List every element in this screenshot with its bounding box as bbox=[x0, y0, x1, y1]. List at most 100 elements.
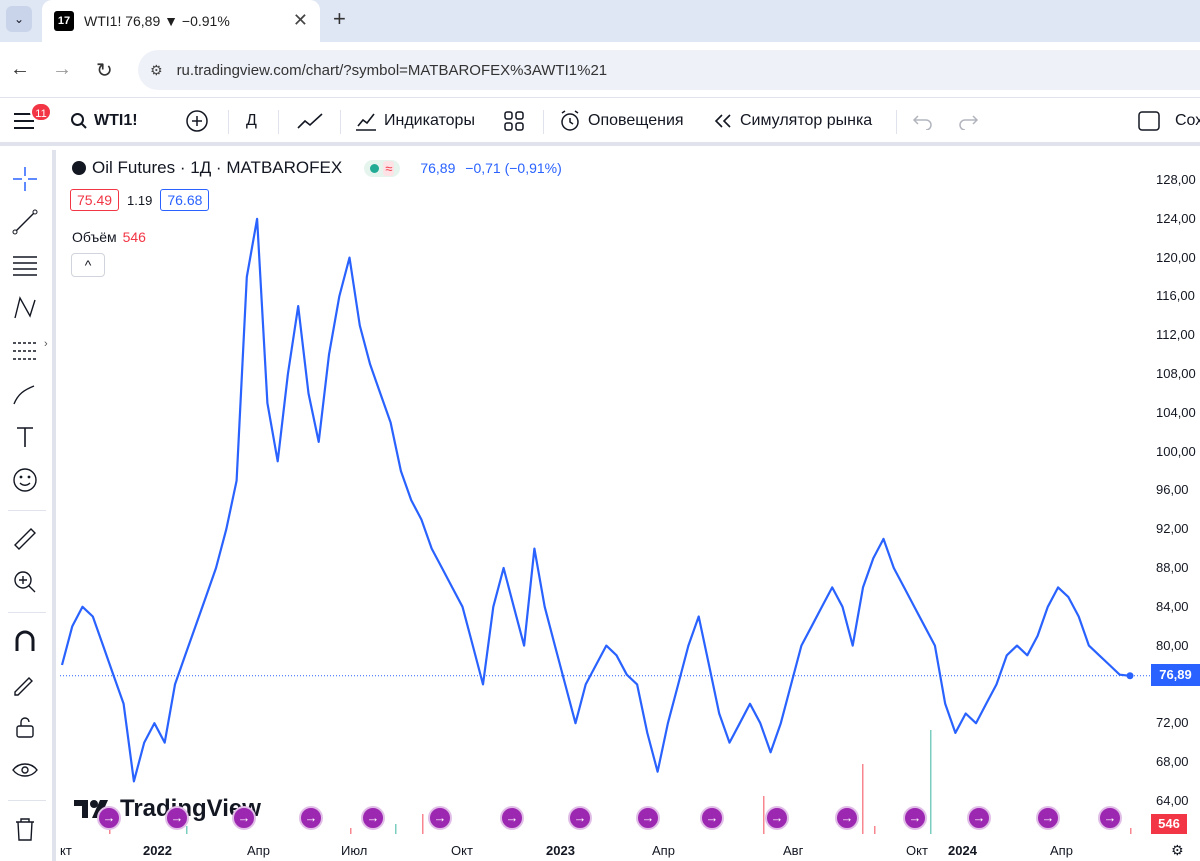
crosshair-tool[interactable] bbox=[8, 162, 42, 196]
chart-pane[interactable] bbox=[60, 150, 1200, 861]
magnet-tool[interactable] bbox=[8, 624, 42, 658]
text-tool[interactable] bbox=[8, 420, 42, 454]
pattern-icon bbox=[14, 296, 36, 319]
price-tick-label: 108,00 bbox=[1156, 366, 1196, 381]
undo-button[interactable] bbox=[912, 98, 934, 144]
interval-button[interactable]: Д bbox=[246, 98, 257, 144]
toolbar-divider bbox=[8, 800, 46, 801]
event-marker-icon[interactable]: → bbox=[700, 806, 724, 830]
remove-tool[interactable] bbox=[8, 812, 42, 846]
sell-price-box[interactable]: 75.49 bbox=[70, 189, 120, 211]
eye-icon bbox=[12, 763, 38, 777]
replay-button[interactable]: Симулятор рынка bbox=[712, 98, 872, 144]
legend-last-value: 76,89 bbox=[420, 160, 456, 176]
price-tick-label: 80,00 bbox=[1156, 637, 1189, 653]
chart-type-button[interactable] bbox=[296, 98, 324, 144]
collapse-legend-button[interactable]: ^ bbox=[71, 253, 105, 277]
event-marker-icon[interactable]: → bbox=[1098, 806, 1122, 830]
ruler-tool[interactable] bbox=[8, 522, 42, 556]
line-chart-icon bbox=[297, 113, 323, 129]
time-tick-label: 2024 bbox=[948, 843, 977, 858]
trend-line-tool[interactable] bbox=[8, 205, 42, 239]
brush-icon bbox=[13, 385, 35, 405]
spread-value: 1.19 bbox=[127, 192, 153, 208]
tab-title: WTI1! 76,89 ▼ −0.91% bbox=[84, 13, 230, 29]
event-marker-icon[interactable]: → bbox=[299, 806, 323, 830]
volume-label: Объём bbox=[72, 229, 117, 245]
forecast-icon bbox=[13, 342, 37, 360]
event-marker-icon[interactable]: → bbox=[636, 806, 660, 830]
expand-chevron-icon[interactable]: › bbox=[44, 338, 48, 350]
alerts-label: Оповещения bbox=[588, 112, 684, 129]
event-marker-icon[interactable]: → bbox=[500, 806, 524, 830]
price-tick-label: 96,00 bbox=[1156, 482, 1189, 498]
stay-in-drawing-tool[interactable] bbox=[8, 667, 42, 701]
event-marker-icon[interactable]: → bbox=[361, 806, 385, 830]
tab-search-icon[interactable]: ⌄ bbox=[6, 6, 32, 32]
price-tick-label: 72,00 bbox=[1156, 715, 1189, 731]
settings-gear-icon[interactable]: ⚙ bbox=[1171, 842, 1184, 859]
browser-tab[interactable]: 17 WTI1! 76,89 ▼ −0.91% ✕ bbox=[42, 0, 320, 42]
prediction-tool[interactable] bbox=[8, 334, 42, 368]
magnet-icon bbox=[15, 630, 35, 651]
volume-legend[interactable]: Объём 546 bbox=[72, 229, 146, 245]
horizontal-lines-icon bbox=[13, 256, 37, 276]
symbol-search-button[interactable]: WTI1! bbox=[70, 98, 138, 144]
alerts-button[interactable]: Оповещения bbox=[558, 98, 684, 144]
market-status-badge[interactable]: ≈ bbox=[364, 159, 401, 177]
price-tick-label: 124,00 bbox=[1156, 210, 1196, 226]
new-tab-icon[interactable]: + bbox=[333, 6, 346, 32]
reload-icon[interactable]: ↻ bbox=[96, 58, 113, 83]
save-label: Сох bbox=[1175, 112, 1200, 129]
chart-legend: Oil Futures · 1Д · MATBAROFEX ≈ 76,89 −0… bbox=[72, 158, 562, 178]
event-marker-icon[interactable]: → bbox=[967, 806, 991, 830]
zoom-in-icon bbox=[14, 571, 36, 593]
rewind-icon bbox=[714, 114, 731, 128]
price-tick-label: 100,00 bbox=[1156, 443, 1196, 459]
hide-tool[interactable] bbox=[8, 753, 42, 787]
emoji-tool[interactable] bbox=[8, 463, 42, 497]
event-marker-icon[interactable]: → bbox=[765, 806, 789, 830]
chevron-up-icon: ^ bbox=[84, 257, 92, 273]
url-field[interactable]: ⚙ ru.tradingview.com/chart/?symbol=MATBA… bbox=[138, 50, 1200, 90]
last-volume-label: 546 bbox=[1151, 814, 1187, 834]
site-info-icon[interactable]: ⚙ bbox=[150, 62, 163, 79]
market-open-icon bbox=[370, 163, 380, 173]
event-marker-icon[interactable]: → bbox=[165, 806, 189, 830]
event-marker-icon[interactable]: → bbox=[835, 806, 859, 830]
price-tick-label: 92,00 bbox=[1156, 521, 1189, 537]
event-marker-icon[interactable]: → bbox=[1036, 806, 1060, 830]
time-tick-label: Окт bbox=[451, 843, 473, 858]
fullscreen-icon bbox=[1138, 111, 1160, 131]
time-tick-label: Апр bbox=[652, 843, 675, 858]
forward-icon[interactable]: → bbox=[52, 58, 72, 81]
legend-title[interactable]: Oil Futures · 1Д · MATBAROFEX bbox=[92, 158, 342, 178]
interval-label: Д bbox=[246, 112, 257, 129]
event-marker-icon[interactable]: → bbox=[903, 806, 927, 830]
event-marker-icon[interactable]: → bbox=[97, 806, 121, 830]
buy-price-box[interactable]: 76.68 bbox=[160, 189, 210, 211]
event-marker-icon[interactable]: → bbox=[428, 806, 452, 830]
lock-tool[interactable] bbox=[8, 710, 42, 744]
toolbar-divider bbox=[8, 612, 46, 613]
compare-button[interactable] bbox=[185, 98, 209, 144]
redo-button[interactable] bbox=[957, 98, 979, 144]
pattern-tool[interactable] bbox=[8, 291, 42, 325]
event-marker-icon[interactable]: → bbox=[568, 806, 592, 830]
layouts-button[interactable] bbox=[503, 98, 525, 144]
time-tick-label: Апр bbox=[247, 843, 270, 858]
zoom-tool[interactable] bbox=[8, 565, 42, 599]
close-tab-icon[interactable]: ✕ bbox=[293, 10, 308, 31]
price-tick-label: 112,00 bbox=[1156, 327, 1195, 343]
brush-tool[interactable] bbox=[8, 377, 42, 411]
event-marker-icon[interactable]: → bbox=[232, 806, 256, 830]
toolbar-divider bbox=[896, 110, 897, 134]
price-tick-label: 88,00 bbox=[1156, 560, 1189, 575]
back-icon[interactable]: ← bbox=[10, 58, 30, 81]
fib-tool[interactable] bbox=[8, 248, 42, 282]
drawing-toolbar: › bbox=[0, 150, 56, 861]
price-tick-label: 116,00 bbox=[1156, 288, 1195, 304]
last-price-label: 76,89 bbox=[1151, 664, 1200, 686]
save-button[interactable]: Сох bbox=[1137, 98, 1200, 144]
indicators-button[interactable]: Индикаторы bbox=[354, 98, 475, 144]
